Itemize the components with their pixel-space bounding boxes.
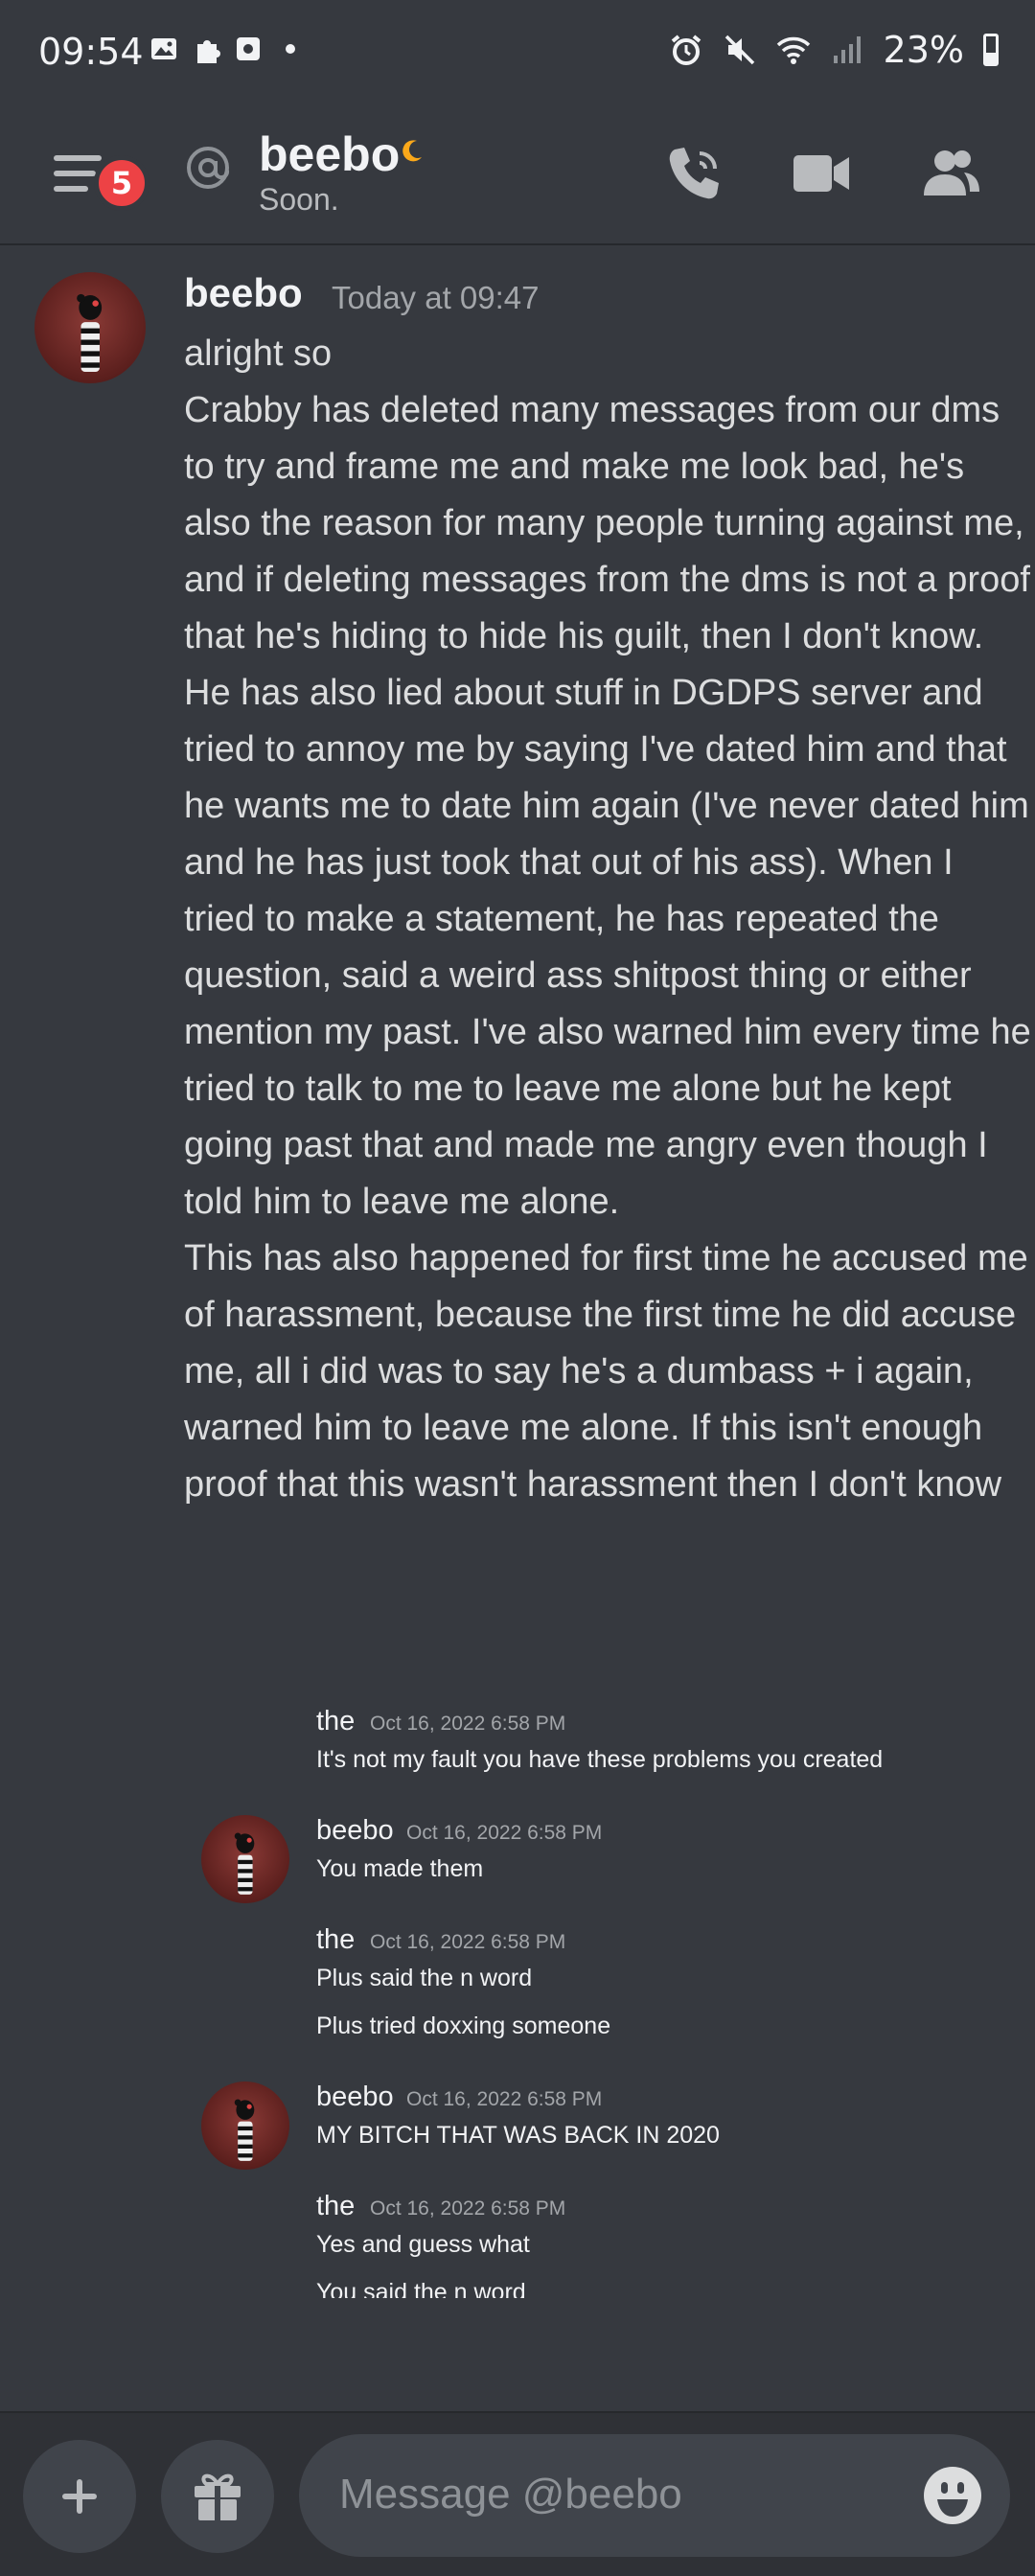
- screenshot-text: It's not my fault you have these problem…: [316, 1746, 884, 1773]
- screenshot-text: Plus tried doxxing someone: [316, 2012, 611, 2039]
- screenshot-timestamp: Oct 16, 2022 6:58 PM: [370, 1713, 566, 1735]
- message-list[interactable]: beebo Today at 09:47 alright so Crabby h…: [0, 245, 1035, 2411]
- avatar-figure-icon: [76, 293, 102, 372]
- screenshot-timestamp: Oct 16, 2022 6:58 PM: [406, 2088, 603, 2110]
- status-bar: 09:54 23%: [0, 0, 1035, 113]
- screenshot-timestamp: Oct 16, 2022 6:58 PM: [406, 1822, 603, 1844]
- puzzle-icon: [192, 34, 220, 63]
- battery-percent: 23%: [883, 29, 964, 71]
- screenshot-author: the: [316, 1924, 356, 1955]
- screenshot-text: You said the n word: [316, 2279, 526, 2298]
- app-icon: [234, 34, 263, 63]
- message-input[interactable]: Message @beebo: [299, 2434, 1010, 2557]
- screenshot-timestamp: Oct 16, 2022 6:58 PM: [370, 1931, 566, 1953]
- wifi-icon: [776, 36, 810, 64]
- add-attachment-button[interactable]: [23, 2440, 136, 2553]
- avatar: [201, 2082, 289, 2170]
- avatar[interactable]: [34, 272, 146, 383]
- at-sign-icon: [187, 147, 230, 189]
- battery-icon: [983, 34, 999, 66]
- member-list-icon[interactable]: [916, 140, 983, 207]
- emoji-icon[interactable]: [922, 2465, 983, 2526]
- screenshot-timestamp: Oct 16, 2022 6:58 PM: [370, 2197, 566, 2220]
- notification-badge: 5: [94, 155, 150, 211]
- screenshot-text: MY BITCH THAT WAS BACK IN 2020: [316, 2122, 720, 2149]
- avatar-figure-icon: [234, 2099, 255, 2161]
- video-call-icon[interactable]: [788, 140, 855, 207]
- screenshot-message: the Oct 16, 2022 6:58 PM Yes and guess w…: [201, 2191, 1006, 2298]
- message-timestamp: Today at 09:47: [332, 280, 540, 315]
- custom-status: Soon.: [259, 182, 339, 217]
- plus-icon: [62, 2479, 97, 2514]
- screenshot-text: Yes and guess what: [316, 2231, 530, 2258]
- message-paragraph: Crabby has deleted many messages from ou…: [184, 390, 1031, 1222]
- screenshot-author: the: [316, 1706, 356, 1736]
- message-paragraph: alright so: [184, 334, 333, 374]
- composer-bar: Message @beebo: [0, 2411, 1035, 2576]
- system-status: 23%: [669, 29, 999, 71]
- gift-button[interactable]: [161, 2440, 274, 2553]
- idle-moon-icon: [402, 140, 422, 162]
- voice-call-icon[interactable]: [661, 140, 728, 207]
- screenshot-author: beebo: [316, 1815, 394, 1846]
- message-author[interactable]: beebo: [184, 270, 303, 316]
- avatar: [201, 1815, 289, 1903]
- notification-icons: [150, 34, 295, 63]
- message-content: alright so Crabby has deleted many messa…: [184, 326, 1032, 1513]
- screenshot-text: You made them: [316, 1855, 484, 1882]
- alarm-icon: [671, 34, 701, 65]
- screenshot-author: beebo: [316, 2082, 394, 2112]
- message-input-placeholder: Message @beebo: [339, 2471, 682, 2518]
- screenshot-text: Plus said the n word: [316, 1965, 533, 1991]
- avatar-figure-icon: [234, 1832, 255, 1895]
- gift-icon: [195, 2473, 241, 2522]
- mute-icon: [724, 34, 754, 65]
- dm-header: 5 beebo Soon.: [0, 113, 1035, 245]
- dm-username[interactable]: beebo: [259, 126, 400, 182]
- gallery-icon: [150, 34, 178, 63]
- signal-icon: [833, 36, 861, 63]
- message-paragraph: This has also happened for first time he…: [184, 1238, 1028, 1505]
- clock: 09:54: [38, 31, 144, 73]
- screenshot-author: the: [316, 2191, 356, 2221]
- more-notifications-dot: [286, 44, 295, 54]
